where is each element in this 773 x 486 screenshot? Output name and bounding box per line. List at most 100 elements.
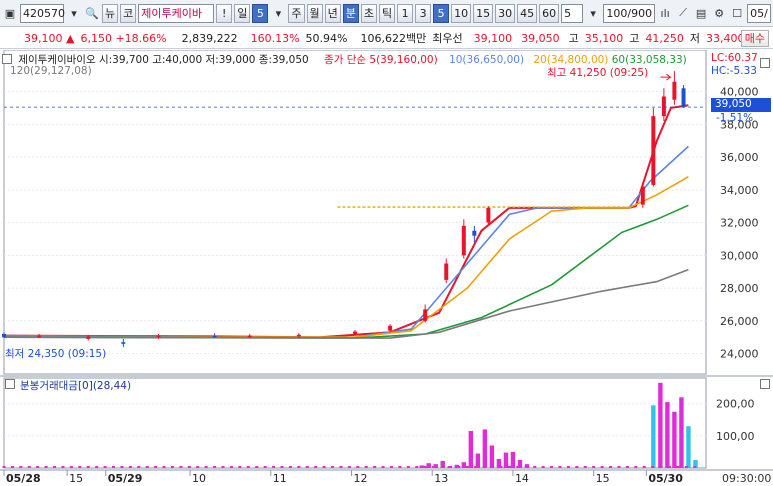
- x-tick-label: 15: [596, 472, 610, 485]
- interval-15-button[interactable]: 15: [473, 3, 494, 23]
- price-tick-label: 40,000: [720, 86, 759, 99]
- period-month-button[interactable]: 월: [306, 3, 323, 23]
- volume-bar: [659, 466, 663, 468]
- candle-body: [296, 334, 301, 337]
- dropdown-icon[interactable]: ▾: [66, 4, 82, 23]
- volume: 2,839,222: [181, 31, 238, 45]
- interval-10-button[interactable]: 10: [451, 3, 472, 23]
- candle-body: [353, 331, 357, 334]
- volume-bar: [448, 466, 452, 468]
- candle-body: [212, 335, 217, 338]
- candle-body: [247, 335, 252, 338]
- volume-bar: [693, 466, 697, 468]
- settings-icon[interactable]: ⚙: [711, 4, 727, 23]
- sub-panel-toggle-icon[interactable]: [760, 379, 770, 389]
- count-field[interactable]: 100/900: [603, 3, 656, 23]
- buy-button[interactable]: 매수: [740, 30, 769, 47]
- period-year-button[interactable]: 년: [324, 3, 341, 23]
- dropdown-icon[interactable]: ▾: [270, 4, 286, 23]
- interval-5-button[interactable]: 5: [433, 3, 450, 23]
- volume-bar: [322, 466, 326, 468]
- volume-bar: [187, 466, 191, 468]
- volume-bar: [204, 466, 208, 468]
- volume-bar: [27, 466, 31, 468]
- candle-type-icon[interactable]: ılı: [657, 4, 673, 23]
- hc-label: HC:-5.33: [711, 65, 757, 77]
- volume-bar: [255, 466, 259, 468]
- market-label[interactable]: 코: [120, 3, 137, 23]
- period-num-field[interactable]: 5: [252, 3, 269, 23]
- volume-bar: [221, 466, 225, 468]
- dropdown-icon[interactable]: ▾: [585, 4, 601, 23]
- volume-bar: [112, 466, 116, 468]
- volume-bar: [651, 466, 655, 468]
- candle-body: [86, 336, 91, 339]
- window-icon[interactable]: ▣: [2, 4, 18, 23]
- interval-60-button[interactable]: 60: [539, 3, 560, 23]
- volume-bar: [482, 429, 488, 468]
- volume-legend-box-icon[interactable]: [5, 379, 15, 389]
- interval-30-button[interactable]: 30: [495, 3, 516, 23]
- volume-bar: [154, 466, 158, 468]
- date-field[interactable]: 05/: [747, 3, 772, 23]
- volume-bar: [61, 466, 65, 468]
- volume-bar: [474, 466, 478, 468]
- toolbar: ▣ 420570 ▾ 🔍 뉴 코 제이투케이바 ! 일 5 ▾ 주 월 년 분 …: [0, 0, 773, 27]
- checkbox-icon[interactable]: ☐: [729, 4, 745, 23]
- candle-body: [444, 263, 449, 280]
- interval-1-button[interactable]: 1: [397, 3, 414, 23]
- period-tick-button[interactable]: 틱: [379, 3, 396, 23]
- interval-45-button[interactable]: 45: [517, 3, 538, 23]
- candle-body: [640, 186, 645, 205]
- volume-bar: [499, 466, 503, 468]
- period-min-button[interactable]: 분: [342, 3, 359, 23]
- volume-bar: [575, 466, 579, 468]
- interval-input[interactable]: 5: [561, 3, 584, 23]
- stock-name-field[interactable]: 제이투케이바: [138, 3, 215, 23]
- volume-bar: [145, 466, 149, 468]
- legend-box-icon[interactable]: [2, 54, 12, 64]
- price-axis: 40,00038,00036,00034,00032,00030,00028,0…: [720, 86, 759, 361]
- volume-bar: [280, 466, 284, 468]
- volume-bar: [491, 466, 495, 468]
- draw-line-icon[interactable]: ⟋: [675, 4, 691, 23]
- volume-bar: [238, 466, 242, 468]
- volume-bar: [263, 466, 267, 468]
- min-price-label: 최저 24,350 (09:15): [5, 348, 107, 360]
- alert-button[interactable]: !: [216, 3, 233, 23]
- period-day-button[interactable]: 일: [234, 3, 251, 23]
- volume-bar: [381, 466, 385, 468]
- high-label: 고: [568, 32, 579, 45]
- price-tick-label: 36,000: [720, 151, 759, 164]
- period-week-button[interactable]: 주: [288, 3, 305, 23]
- turnover-rate: 50.94%: [305, 31, 348, 45]
- candle-body: [472, 230, 477, 236]
- x-tick-label: 05/30: [648, 472, 683, 485]
- volume-bar: [600, 466, 604, 468]
- volume-bar: [457, 466, 461, 468]
- volume-bar: [179, 466, 183, 468]
- x-tick-label: 14: [515, 472, 529, 485]
- x-tick-label: 15: [69, 472, 83, 485]
- period-sec-button[interactable]: 초: [360, 3, 377, 23]
- current-price: 39,100 ▲: [24, 31, 75, 45]
- price-tick-label: 24,000: [720, 348, 759, 361]
- volume-bar: [676, 466, 680, 468]
- volume-bar: [524, 466, 528, 468]
- candle-body: [2, 333, 6, 338]
- volume-bar: [196, 466, 200, 468]
- interval-3-button[interactable]: 3: [415, 3, 432, 23]
- volume-bar: [339, 466, 343, 468]
- price-change: 6,150 +18.66%: [80, 31, 167, 45]
- volume-bar: [373, 466, 377, 468]
- x-tick-label: 11: [273, 472, 287, 485]
- price-chart[interactable]: 40,00038,00036,00034,00032,00030,00028,0…: [0, 50, 773, 486]
- candle-body: [121, 342, 126, 344]
- main-panel-toggle-icon[interactable]: [760, 58, 770, 68]
- news-button[interactable]: 뉴: [102, 3, 119, 23]
- stock-code-input[interactable]: 420570: [20, 3, 65, 23]
- save-icon[interactable]: ▤: [693, 4, 709, 23]
- current-pct-label: -1.51%: [716, 112, 754, 124]
- max-price-label: 최고 41,250 (09:25): [547, 67, 649, 79]
- search-icon[interactable]: 🔍: [84, 4, 100, 23]
